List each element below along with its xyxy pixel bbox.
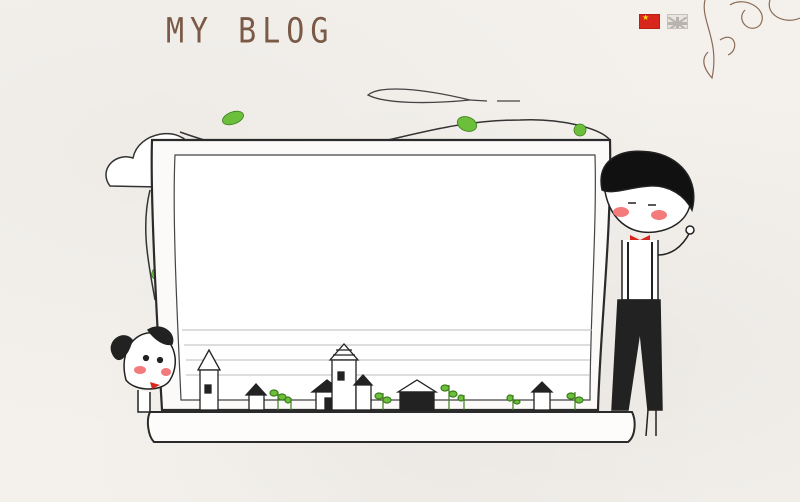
- blog-content-area[interactable]: [180, 165, 595, 325]
- boy-illustration: [600, 150, 695, 437]
- frame-base: [146, 411, 636, 443]
- corner-doodle: [703, 0, 800, 80]
- kite-doodle: [366, 88, 520, 104]
